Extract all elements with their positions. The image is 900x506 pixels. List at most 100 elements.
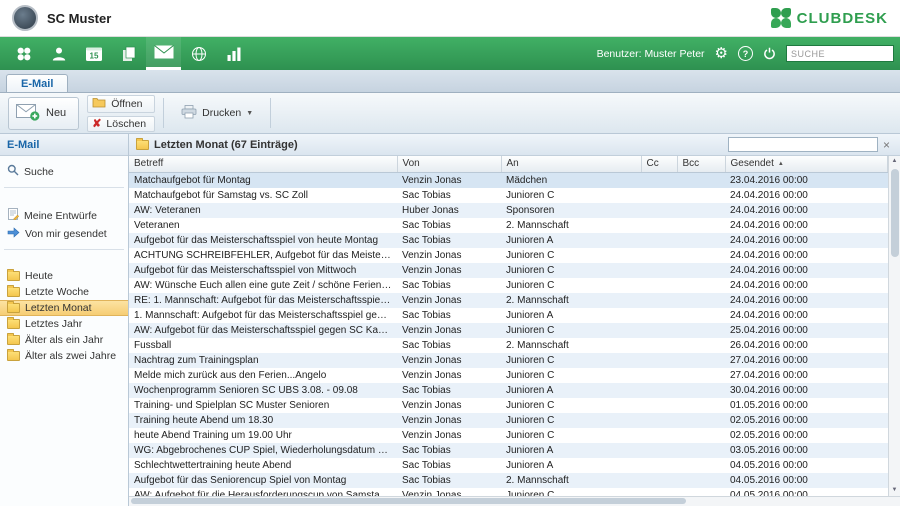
sidebar-folder[interactable]: Heute (0, 268, 128, 284)
cell-cc (641, 383, 677, 398)
email-row[interactable]: Training heute Abend um 18.30Venzin Jona… (129, 413, 888, 428)
cell-betreff: Schlechtwettertraining heute Abend (129, 458, 397, 473)
cell-von: Sac Tobias (397, 383, 501, 398)
cell-an: Junioren A (501, 458, 641, 473)
main-navbar: 15 Benutzer: Muster Peter ⚙ ? (0, 37, 900, 70)
settings-gear-icon[interactable]: ⚙ (715, 46, 728, 61)
cell-bcc (677, 398, 725, 413)
column-header[interactable]: Von (397, 156, 501, 172)
cell-cc (641, 458, 677, 473)
app-grid-icon[interactable] (6, 37, 41, 70)
column-header[interactable]: Betreff (129, 156, 397, 172)
email-row[interactable]: ACHTUNG SCHREIBFEHLER, Aufgebot für das … (129, 248, 888, 263)
cell-betreff: Matchaufgebot für Montag (129, 172, 397, 188)
email-row[interactable]: AW: Wünsche Euch allen eine gute Zeit / … (129, 278, 888, 293)
web-icon[interactable] (181, 37, 216, 70)
cell-von: Venzin Jonas (397, 413, 501, 428)
sidebar-folder[interactable]: Letzte Woche (0, 284, 128, 300)
cell-von: Venzin Jonas (397, 398, 501, 413)
cell-von: Sac Tobias (397, 308, 501, 323)
cell-betreff: Training heute Abend um 18.30 (129, 413, 397, 428)
scroll-down-icon[interactable]: ▼ (892, 485, 898, 496)
email-row[interactable]: 1. Mannschaft: Aufgebot für das Meisters… (129, 308, 888, 323)
sidebar-folder[interactable]: Älter als zwei Jahre (0, 348, 128, 364)
global-search-input[interactable] (786, 45, 894, 62)
cell-cc (641, 413, 677, 428)
cell-cc (641, 293, 677, 308)
email-row[interactable]: Matchaufgebot für Samstag vs. SC ZollSac… (129, 188, 888, 203)
cell-gesendet: 03.05.2016 00:00 (725, 443, 888, 458)
email-row[interactable]: WG: Abgebrochenes CUP Spiel, Wiederholun… (129, 443, 888, 458)
cell-an: 2. Mannschaft (501, 218, 641, 233)
email-row[interactable]: heute Abend Training um 19.00 UhrVenzin … (129, 428, 888, 443)
open-button[interactable]: Öffnen (87, 95, 155, 113)
email-row[interactable]: RE: 1. Mannschaft: Aufgebot für das Meis… (129, 293, 888, 308)
calendar-day-number: 15 (89, 51, 98, 60)
club-crest-logo (12, 5, 38, 31)
column-header[interactable]: Gesendet▲ (725, 156, 888, 172)
vertical-scrollbar[interactable]: ▲ ▼ (888, 156, 900, 496)
delete-x-icon: ✘ (92, 119, 101, 129)
help-icon[interactable]: ? (738, 46, 753, 61)
cell-cc (641, 338, 677, 353)
cell-gesendet: 26.04.2016 00:00 (725, 338, 888, 353)
cell-von: Venzin Jonas (397, 248, 501, 263)
sidebar-folder[interactable]: Letztes Jahr (0, 316, 128, 332)
delete-button[interactable]: ✘ Löschen (87, 116, 155, 132)
cell-cc (641, 428, 677, 443)
pages-icon[interactable] (111, 37, 146, 70)
cell-bcc (677, 368, 725, 383)
column-header-label: Cc (647, 158, 659, 169)
cell-cc (641, 443, 677, 458)
column-header[interactable]: Cc (641, 156, 677, 172)
sidebar-divider (4, 249, 124, 250)
email-row[interactable]: Melde mich zurück aus den Ferien...Angel… (129, 368, 888, 383)
column-header[interactable]: Bcc (677, 156, 725, 172)
horizontal-scroll-thumb[interactable] (131, 498, 686, 504)
email-row[interactable]: Schlechtwettertraining heute AbendSac To… (129, 458, 888, 473)
email-row[interactable]: Aufgebot für das Meisterschaftsspiel von… (129, 233, 888, 248)
contacts-icon[interactable] (41, 37, 76, 70)
sidebar-item-sent[interactable]: Von mir gesendet (0, 225, 128, 243)
cell-an: 2. Mannschaft (501, 338, 641, 353)
user-label: Benutzer: Muster Peter (597, 48, 705, 60)
scroll-up-icon[interactable]: ▲ (892, 156, 898, 167)
email-row[interactable]: AW: Aufgebot für die Herausforderungscup… (129, 488, 888, 497)
folder-icon (7, 271, 20, 281)
print-dropdown-caret-icon[interactable]: ▼ (246, 110, 253, 117)
sidebar-folder[interactable]: Älter als ein Jahr (0, 332, 128, 348)
tab-email[interactable]: E-Mail (6, 74, 68, 92)
calendar-icon[interactable]: 15 (76, 37, 111, 70)
column-header-label: Betreff (134, 158, 163, 169)
cell-bcc (677, 338, 725, 353)
horizontal-scrollbar[interactable] (129, 496, 900, 506)
sidebar-search[interactable]: Suche (0, 162, 128, 181)
email-row[interactable]: AW: Aufgebot für das Meisterschaftsspiel… (129, 323, 888, 338)
sidebar-item-drafts[interactable]: Meine Entwürfe (0, 206, 128, 225)
cell-von: Venzin Jonas (397, 263, 501, 278)
vertical-scroll-thumb[interactable] (891, 169, 899, 257)
close-filter-icon[interactable]: × (883, 139, 893, 151)
print-button[interactable]: Drucken ▼ (172, 100, 262, 127)
mail-icon[interactable] (146, 37, 181, 70)
email-row[interactable]: Nachtrag zum TrainingsplanVenzin JonasJu… (129, 353, 888, 368)
list-filter-input[interactable] (728, 137, 878, 152)
logout-power-icon[interactable] (763, 47, 776, 60)
email-row[interactable]: Matchaufgebot für MontagVenzin JonasMädc… (129, 172, 888, 188)
sidebar-folder[interactable]: Letzten Monat (0, 300, 128, 316)
column-header[interactable]: An (501, 156, 641, 172)
email-row[interactable]: Aufgebot für das Seniorencup Spiel von M… (129, 473, 888, 488)
cell-betreff: Aufgebot für das Seniorencup Spiel von M… (129, 473, 397, 488)
email-row[interactable]: Wochenprogramm Senioren SC UBS 3.08. - 0… (129, 383, 888, 398)
new-email-button[interactable]: Neu (8, 97, 79, 130)
delete-label: Löschen (106, 118, 146, 130)
email-row[interactable]: FussballSac Tobias2. Mannschaft26.04.201… (129, 338, 888, 353)
folder-label: Älter als ein Jahr (25, 334, 103, 346)
email-row[interactable]: Training- und Spielplan SC Muster Senior… (129, 398, 888, 413)
new-email-label: Neu (46, 107, 66, 119)
email-row[interactable]: VeteranenSac Tobias2. Mannschaft24.04.20… (129, 218, 888, 233)
email-row[interactable]: Aufgebot für das Meisterschaftsspiel von… (129, 263, 888, 278)
email-row[interactable]: AW: VeteranenHuber JonasSponsoren24.04.2… (129, 203, 888, 218)
stats-icon[interactable] (216, 37, 251, 70)
cell-gesendet: 24.04.2016 00:00 (725, 293, 888, 308)
